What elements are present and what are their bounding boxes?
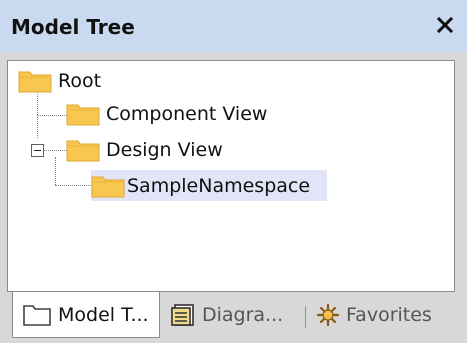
tree-view[interactable]: Root Component View Design View SampleNa… xyxy=(7,60,455,292)
collapse-toggle-icon[interactable] xyxy=(31,144,44,157)
folder-icon xyxy=(66,140,100,162)
tree-node-label: Design View xyxy=(106,139,223,161)
favorites-star-icon xyxy=(316,303,340,327)
diagram-tree-icon xyxy=(171,304,194,326)
tree-node-root[interactable]: Root xyxy=(18,66,101,96)
tree-connector-line xyxy=(55,157,56,185)
close-button[interactable] xyxy=(433,12,457,38)
panel-titlebar: Model Tree xyxy=(0,0,467,52)
folder-icon xyxy=(91,176,125,198)
tab-label: Diagra... xyxy=(202,304,284,326)
tree-node-component-view[interactable]: Component View xyxy=(66,99,267,129)
close-icon xyxy=(436,16,454,34)
tab-favorites[interactable]: Favorites xyxy=(312,292,452,338)
folder-icon xyxy=(18,71,52,93)
tree-node-label: SampleNamespace xyxy=(127,175,311,197)
folder-outline-icon xyxy=(23,304,51,326)
tree-node-label: Root xyxy=(58,70,102,92)
tree-node-design-view[interactable]: Design View xyxy=(66,135,223,165)
tree-connector-line xyxy=(37,115,67,116)
tab-label: Model T... xyxy=(58,303,149,326)
tree-node-label: Component View xyxy=(106,103,268,125)
panel-tabbar: Model T... Diagra... Favorites xyxy=(0,292,467,343)
panel-title: Model Tree xyxy=(11,15,135,39)
tree-connector-line xyxy=(44,150,67,151)
tree-connector-line xyxy=(55,185,91,186)
tab-diagram-tree[interactable]: Diagra... xyxy=(166,292,296,338)
tab-label: Favorites xyxy=(346,304,432,326)
folder-icon xyxy=(66,104,100,126)
tree-connector-line xyxy=(37,115,38,138)
model-tree-panel: Model Tree Root Component View Design Vi… xyxy=(0,0,467,343)
tab-separator xyxy=(305,306,306,328)
tree-connector-line xyxy=(37,94,38,115)
tree-node-samplenamespace[interactable]: SampleNamespace xyxy=(91,171,310,201)
tab-model-tree[interactable]: Model T... xyxy=(12,292,160,338)
